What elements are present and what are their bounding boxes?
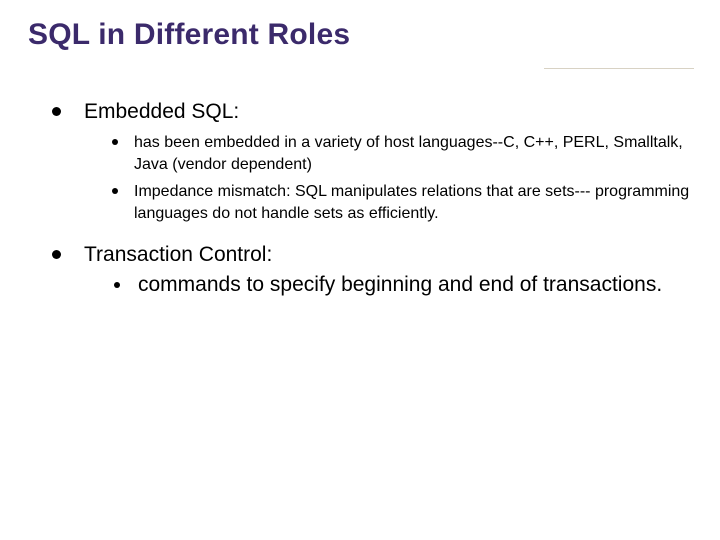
bullet-list: Embedded SQL: has been embedded in a var… [28, 98, 692, 299]
list-item-label: Transaction Control: [84, 243, 272, 266]
title-rule [544, 68, 694, 69]
list-item: has been embedded in a variety of host l… [112, 132, 692, 176]
slide: SQL in Different Roles Embedded SQL: has… [0, 0, 720, 540]
list-item: commands to specify beginning and end of… [114, 271, 692, 299]
list-item-label: Impedance mismatch: SQL manipulates rela… [134, 183, 689, 222]
list-item: Transaction Control: commands to specify… [52, 241, 692, 300]
sub-list: has been embedded in a variety of host l… [84, 132, 692, 224]
sub-list: commands to specify beginning and end of… [84, 271, 692, 299]
list-item: Embedded SQL: has been embedded in a var… [52, 98, 692, 225]
list-item: Impedance mismatch: SQL manipulates rela… [112, 181, 692, 225]
slide-title: SQL in Different Roles [28, 18, 692, 52]
list-item-label: commands to specify beginning and end of… [138, 273, 662, 296]
list-item-label: has been embedded in a variety of host l… [134, 134, 683, 173]
list-item-label: Embedded SQL: [84, 100, 239, 123]
